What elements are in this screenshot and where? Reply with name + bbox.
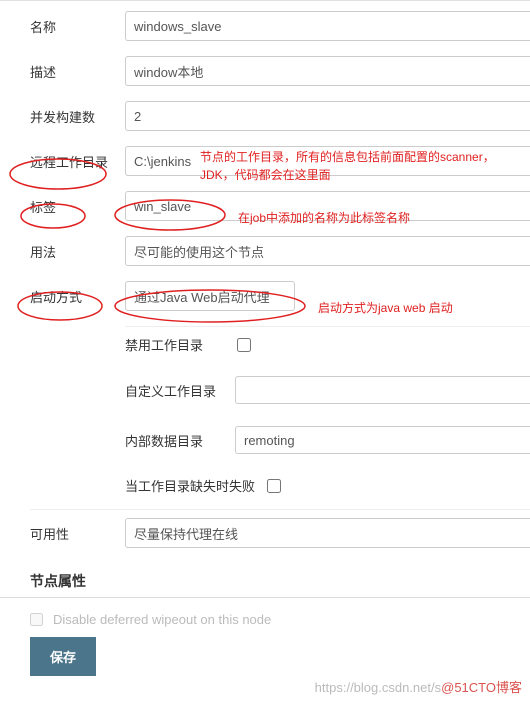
input-desc[interactable] <box>125 56 530 86</box>
row-desc: 描述 <box>0 56 530 86</box>
select-launch[interactable]: 通过Java Web启动代理 <box>125 281 295 311</box>
label-launch: 启动方式 <box>30 287 125 306</box>
label-internal-dir: 内部数据目录 <box>125 431 235 450</box>
input-executors[interactable] <box>125 101 530 131</box>
row-name: 名称 <box>0 11 530 41</box>
row-executors: 并发构建数 <box>0 101 530 131</box>
sub-custom-workdir: 自定义工作目录 <box>125 368 530 412</box>
input-internal-dir[interactable] <box>235 426 530 454</box>
disabled-option-text: Disable deferred wipeout on this node <box>53 612 271 627</box>
row-availability: 可用性 尽量保持代理在线 <box>0 518 530 548</box>
label-name: 名称 <box>30 17 125 36</box>
label-desc: 描述 <box>30 62 125 81</box>
select-usage[interactable]: 尽可能的使用这个节点 <box>125 236 530 266</box>
row-usage: 用法 尽可能的使用这个节点 <box>0 236 530 266</box>
label-usage: 用法 <box>30 242 125 261</box>
checkbox-disabled-option <box>30 613 43 626</box>
row-disabled-option: Disable deferred wipeout on this node <box>0 608 530 637</box>
label-availability: 可用性 <box>30 524 125 543</box>
label-remote-root: 远程工作目录 <box>30 152 125 171</box>
select-availability[interactable]: 尽量保持代理在线 <box>125 518 530 548</box>
checkbox-disable-workdir[interactable] <box>237 338 251 352</box>
watermark: https://blog.csdn.net/s@51CTO博客 <box>315 677 522 696</box>
checkbox-fail-missing[interactable] <box>267 479 281 493</box>
label-fail-missing: 当工作目录缺失时失败 <box>125 476 265 495</box>
label-labels: 标签 <box>30 197 125 216</box>
input-custom-workdir[interactable] <box>235 376 530 404</box>
node-config-form: 名称 描述 并发构建数 远程工作目录 标签 用法 尽可能的使用这个节点 启动方式… <box>0 1 530 676</box>
row-labels: 标签 <box>0 191 530 221</box>
row-launch: 启动方式 通过Java Web启动代理 <box>0 281 530 311</box>
sub-fail-missing: 当工作目录缺失时失败 <box>125 468 530 503</box>
save-button[interactable]: 保存 <box>30 637 96 676</box>
label-disable-workdir: 禁用工作目录 <box>125 335 235 354</box>
watermark-red: @51CTO博客 <box>441 680 522 695</box>
watermark-gray: https://blog.csdn.net/s <box>315 680 441 695</box>
input-labels[interactable] <box>125 191 530 221</box>
section-node-props: 节点属性 <box>0 563 530 598</box>
input-remote-root[interactable] <box>125 146 530 176</box>
sub-disable-workdir: 禁用工作目录 <box>125 326 530 362</box>
input-name[interactable] <box>125 11 530 41</box>
sub-internal-dir: 内部数据目录 <box>125 418 530 462</box>
label-executors: 并发构建数 <box>30 107 125 126</box>
launch-sub-section: 禁用工作目录 自定义工作目录 内部数据目录 当工作目录缺失时失败 <box>125 326 530 503</box>
row-remote-root: 远程工作目录 <box>0 146 530 176</box>
label-custom-workdir: 自定义工作目录 <box>125 381 235 400</box>
